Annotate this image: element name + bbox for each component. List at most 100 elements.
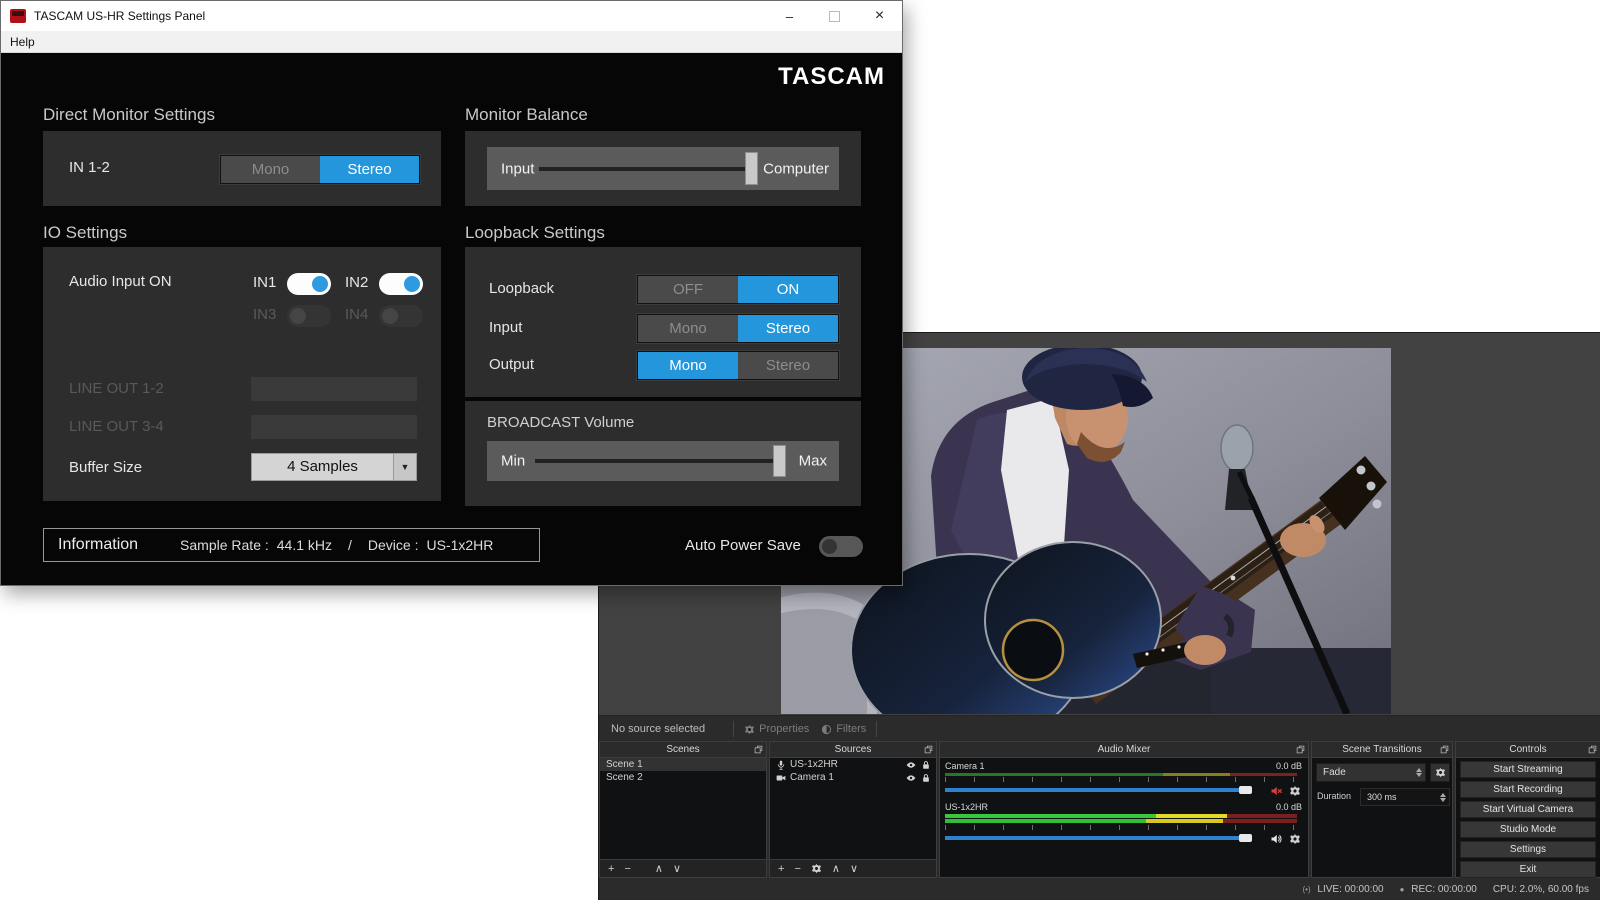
record-dot-icon: ● (1399, 885, 1405, 894)
in1-toggle[interactable] (287, 273, 331, 295)
lock-icon[interactable] (921, 760, 931, 770)
slider-left-label: Min (501, 452, 526, 470)
device-value: US-1x2HR (426, 537, 494, 553)
title-bar[interactable]: TASCAM US-HR Settings Panel – × (1, 1, 902, 31)
source-up-button[interactable]: ∧ (832, 862, 840, 875)
volume-slider-handle[interactable] (1239, 834, 1252, 842)
popout-icon[interactable] (754, 745, 763, 754)
settings-button[interactable]: Settings (1460, 841, 1596, 858)
scene-item[interactable]: Scene 2 (600, 771, 766, 784)
auto-power-save-toggle[interactable] (819, 536, 863, 557)
start-streaming-button[interactable]: Start Streaming (1460, 761, 1596, 778)
volume-slider[interactable] (945, 833, 1257, 842)
no-source-status: No source selected (611, 723, 706, 735)
controls-panel: Controls Start Streaming Start Recording… (1455, 741, 1600, 878)
remove-scene-button[interactable]: − (624, 863, 630, 875)
io-settings-box: Audio Input ON IN1 IN2 IN3 IN4 LINE OUT … (43, 247, 441, 501)
loopback-input-toggle[interactable]: Mono Stereo (636, 313, 840, 344)
rec-status: ● REC: 00:00:00 (1399, 884, 1477, 895)
source-item[interactable]: Camera 1 (770, 771, 936, 784)
source-down-button[interactable]: ∨ (850, 862, 858, 875)
information-bar: Information Sample Rate : 44.1 kHz / Dev… (43, 528, 540, 562)
volume-slider-handle[interactable] (1239, 786, 1252, 794)
tascam-window: TASCAM US-HR Settings Panel – × Help TAS… (0, 0, 903, 586)
device-label: Device : (367, 537, 419, 553)
popout-icon[interactable] (1440, 745, 1449, 754)
status-bar: (•) LIVE: 00:00:00 ● REC: 00:00:00 CPU: … (599, 878, 1600, 900)
scene-down-button[interactable]: ∨ (673, 862, 681, 875)
buffer-size-label: Buffer Size (69, 459, 143, 476)
start-virtual-camera-button[interactable]: Start Virtual Camera (1460, 801, 1596, 818)
transition-select[interactable]: Fade (1316, 763, 1426, 782)
channel-settings-gear-icon[interactable] (1289, 785, 1301, 797)
toolbar-divider (876, 721, 878, 737)
slider-left-label: Input (501, 160, 535, 177)
monitor-balance-slider[interactable]: Input Computer (487, 147, 839, 190)
popout-icon[interactable] (1296, 745, 1305, 754)
auto-power-save-label: Auto Power Save (685, 537, 801, 554)
duration-field[interactable]: 300 ms (1360, 788, 1450, 806)
close-button[interactable]: × (857, 1, 902, 31)
speaker-icon[interactable] (1270, 833, 1282, 845)
section-title-io: IO Settings (43, 223, 128, 242)
source-properties-gear-icon[interactable] (811, 863, 822, 874)
remove-source-button[interactable]: − (794, 863, 800, 875)
loopback-off-on-toggle[interactable]: OFF ON (636, 274, 840, 305)
scene-up-button[interactable]: ∧ (655, 862, 663, 875)
transitions-panel-title: Scene Transitions (1342, 744, 1422, 755)
microphone-icon (776, 760, 786, 770)
popout-icon[interactable] (924, 745, 933, 754)
scenes-panel-title: Scenes (666, 744, 700, 755)
add-scene-button[interactable]: + (608, 863, 614, 875)
add-source-button[interactable]: + (778, 863, 784, 875)
gear-icon (1435, 767, 1446, 778)
filters-button[interactable]: Filters (821, 723, 866, 735)
section-title-loopback: Loopback Settings (465, 223, 605, 242)
audio-level-meter (945, 814, 1297, 818)
lock-icon[interactable] (921, 773, 931, 783)
in12-mono-stereo-toggle[interactable]: Mono Stereo (219, 154, 421, 185)
channel-settings-gear-icon[interactable] (1289, 833, 1301, 845)
popout-icon[interactable] (1588, 745, 1597, 754)
slider-right-label: Max (798, 452, 827, 470)
broadcast-icon: (•) (1302, 885, 1311, 894)
mixer-channel-db: 0.0 dB (1275, 761, 1302, 771)
broadcast-volume-handle[interactable] (773, 445, 786, 477)
spinner-arrows-icon[interactable] (1440, 792, 1446, 802)
studio-mode-button[interactable]: Studio Mode (1460, 821, 1596, 838)
in4-toggle[interactable] (379, 305, 423, 327)
volume-slider[interactable] (945, 785, 1257, 794)
monitor-balance-box: Input Computer (465, 131, 861, 206)
buffer-size-dropdown[interactable]: 4 Samples ▼ (251, 453, 417, 481)
properties-button[interactable]: Properties (744, 723, 809, 735)
controls-panel-title: Controls (1509, 744, 1547, 755)
visibility-eye-icon[interactable] (906, 773, 916, 783)
mixer-channel-db: 0.0 dB (1275, 802, 1302, 812)
combo-arrows-icon (1413, 768, 1425, 777)
audio-level-meter (945, 773, 1297, 776)
line-out-12-field (251, 377, 417, 401)
visibility-eye-icon[interactable] (906, 760, 916, 770)
in3-label: IN3 (253, 306, 277, 323)
in2-toggle[interactable] (379, 273, 423, 295)
broadcast-volume-slider[interactable]: Min Max (487, 441, 839, 481)
section-title-direct-monitor: Direct Monitor Settings (43, 105, 215, 124)
mixer-channel-name: US-1x2HR (945, 802, 989, 812)
loopback-output-toggle[interactable]: Mono Stereo (636, 350, 840, 381)
transition-settings-button[interactable] (1430, 763, 1450, 782)
source-item[interactable]: US-1x2HR (770, 758, 936, 771)
start-recording-button[interactable]: Start Recording (1460, 781, 1596, 798)
in3-toggle[interactable] (287, 305, 331, 327)
speaker-muted-icon[interactable] (1270, 785, 1282, 797)
exit-button[interactable]: Exit (1460, 861, 1596, 878)
help-menu[interactable]: Help (1, 35, 44, 49)
dropdown-arrow-icon[interactable]: ▼ (393, 454, 416, 480)
monitor-balance-handle[interactable] (745, 152, 758, 185)
window-title: TASCAM US-HR Settings Panel (34, 9, 206, 23)
minimize-button[interactable]: – (767, 1, 812, 31)
scene-item[interactable]: Scene 1 (600, 758, 766, 771)
mixer-panel-title: Audio Mixer (1097, 744, 1151, 755)
in4-label: IN4 (345, 306, 369, 323)
duration-label: Duration (1317, 791, 1352, 801)
source-toolbar: No source selected Properties Filters (599, 715, 1600, 742)
